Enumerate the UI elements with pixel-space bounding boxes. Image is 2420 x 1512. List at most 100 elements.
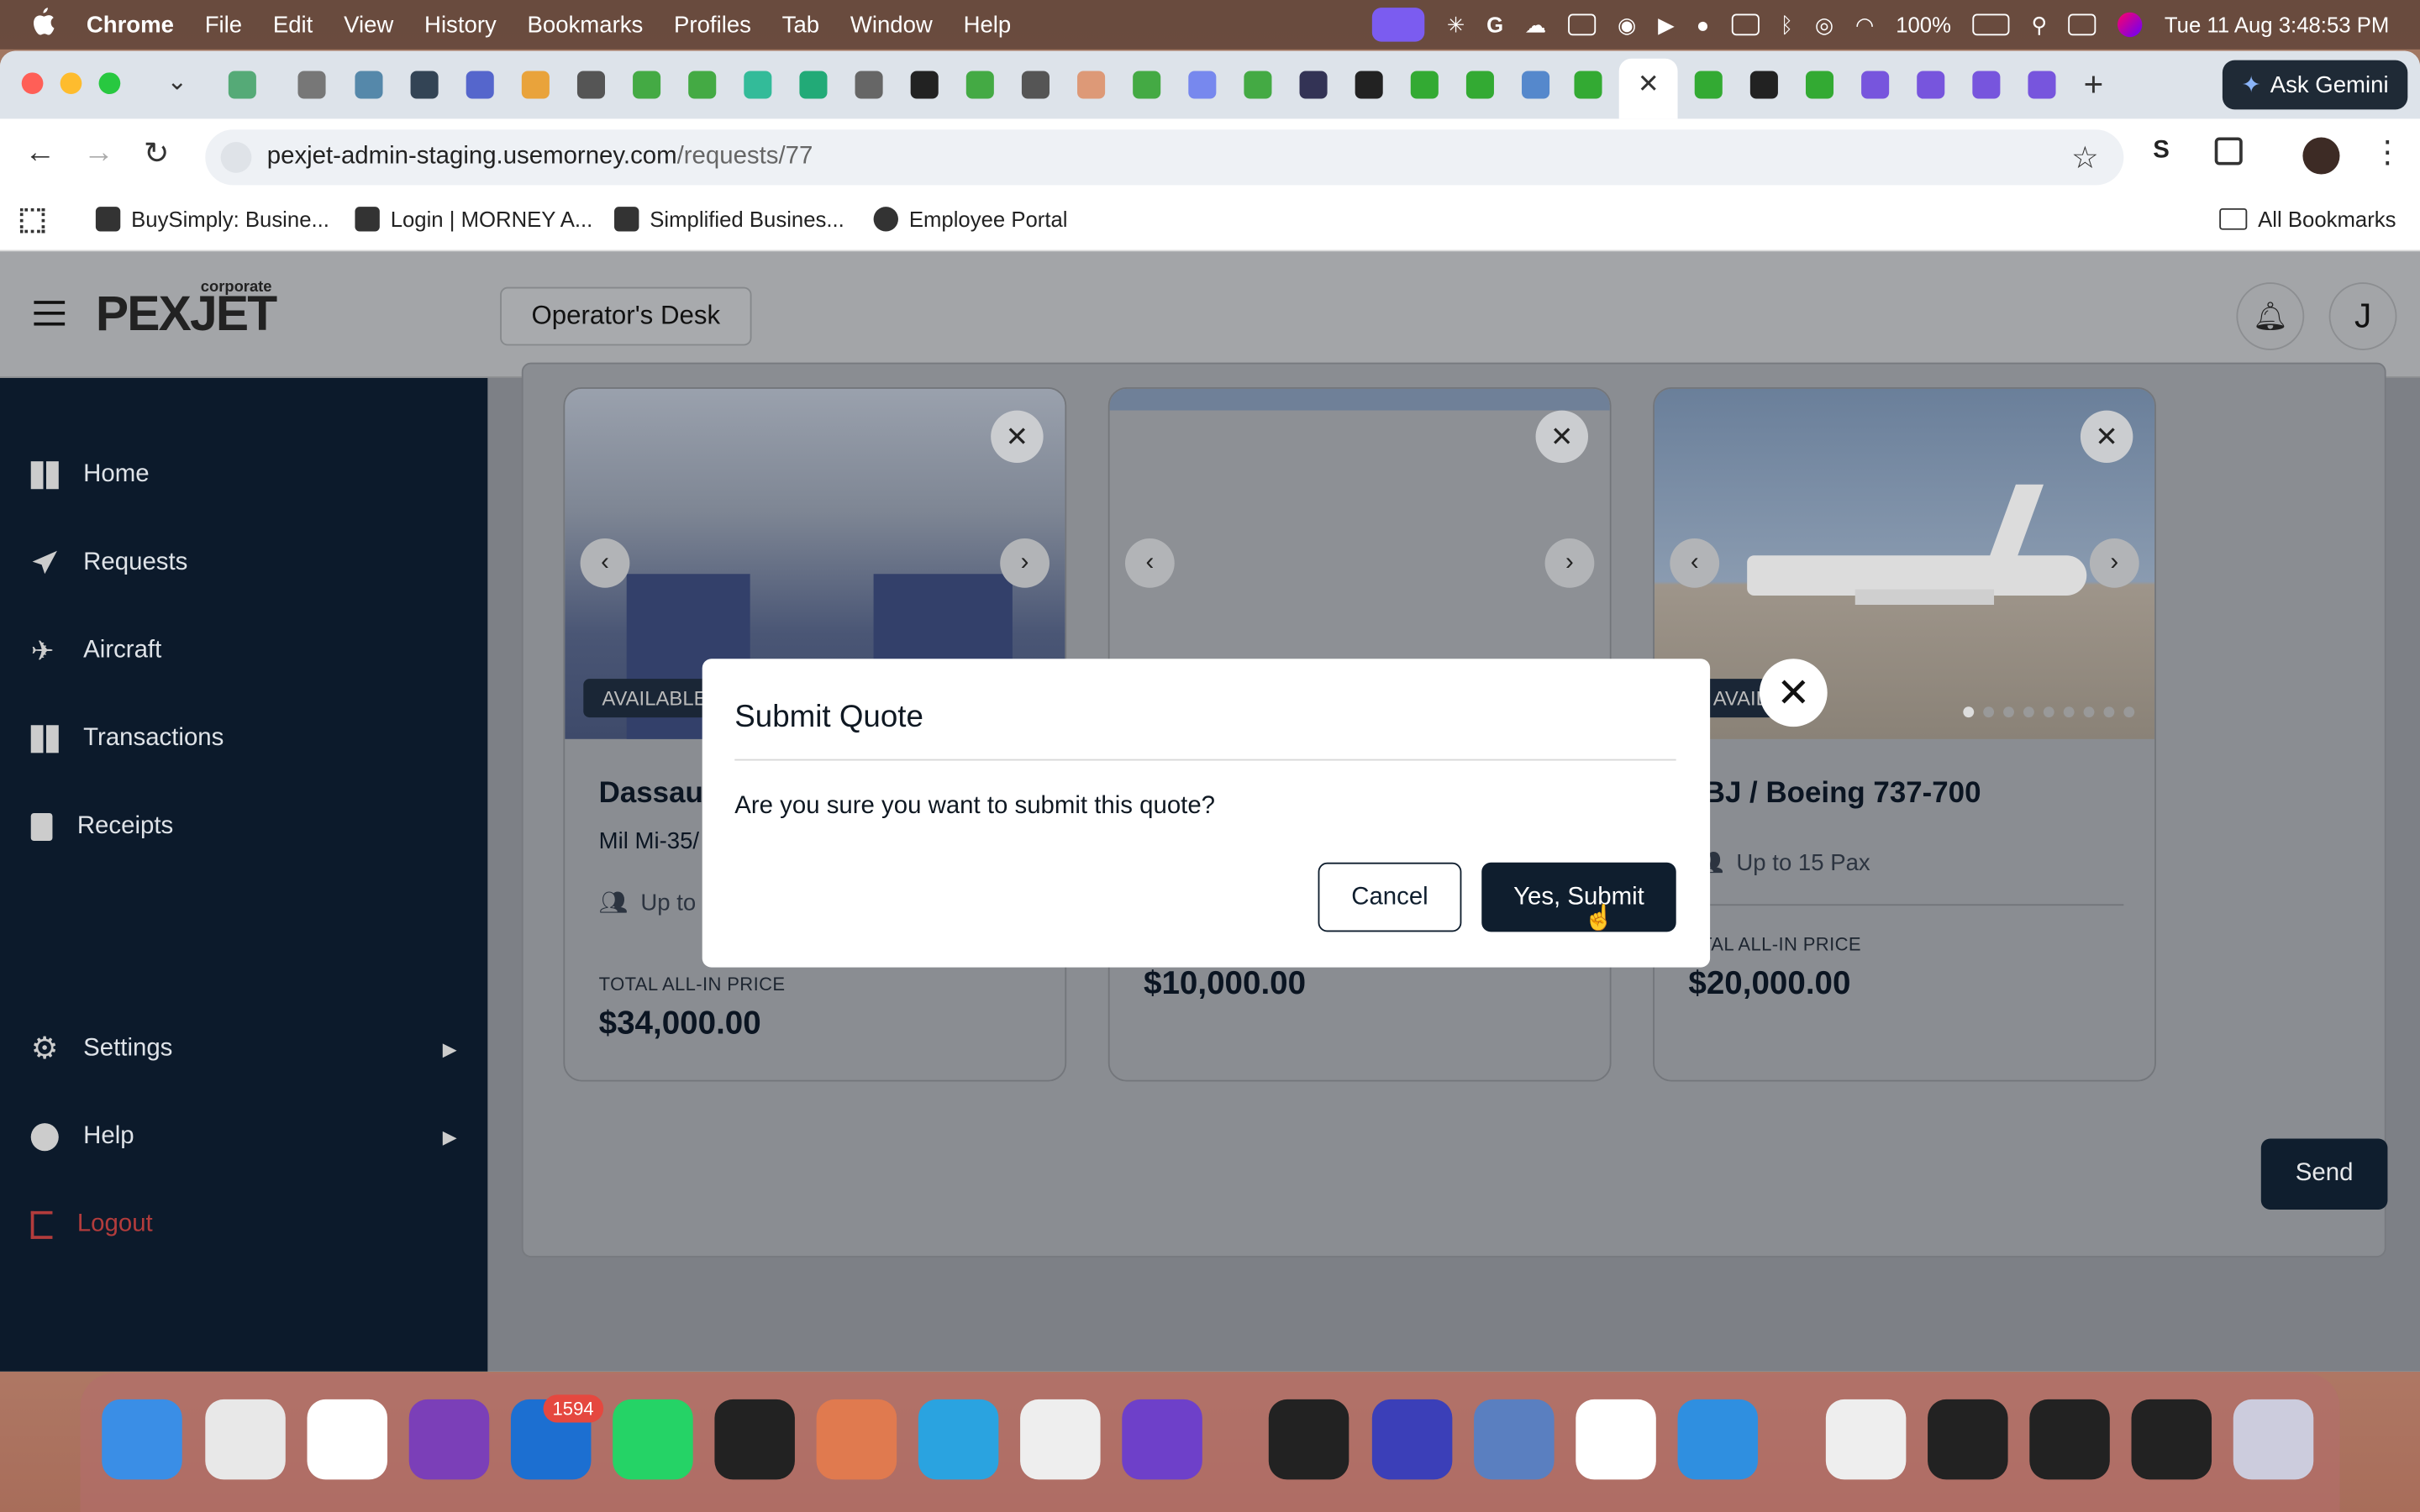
tab-favicon-icon[interactable] [1133,71,1161,99]
wifi-icon[interactable]: ◠ [1855,12,1874,38]
chatgpt-icon[interactable] [1020,1399,1101,1480]
menu-view[interactable]: View [344,12,393,38]
extensions-icon[interactable] [2214,137,2243,165]
close-tab-icon[interactable]: ✕ [1638,70,1660,101]
telegram-icon[interactable] [918,1399,999,1480]
notifications-button[interactable]: 🔔︎ [2236,282,2305,350]
all-bookmarks[interactable]: All Bookmarks [2219,207,2396,232]
control-center-icon[interactable] [2069,13,2097,36]
carousel-dot[interactable] [2083,706,2095,718]
send-button[interactable]: Send [2260,1138,2388,1210]
tab-favicon-icon[interactable] [1299,71,1328,99]
user-icon[interactable]: ● [1697,13,1710,37]
tab-favicon-icon[interactable] [2028,71,2056,99]
sidebar-item-logout[interactable]: Logout [30,1210,153,1239]
tab-favicon-icon[interactable] [1861,71,1890,99]
tab-favicon-icon[interactable] [1355,71,1383,99]
tab-favicon-icon[interactable] [297,71,326,99]
tab-favicon-icon[interactable] [1410,71,1439,99]
carousel-dot[interactable] [2063,706,2075,718]
menu-app-name[interactable]: Chrome [87,12,174,38]
bluetooth-icon[interactable]: ᛒ [1781,13,1793,37]
new-tab-icon[interactable]: + [2084,65,2104,105]
tab-favicon-icon[interactable] [1972,71,2001,99]
prev-image-button[interactable]: ‹ [1124,538,1175,588]
tab-favicon-icon[interactable] [1694,71,1723,99]
sidebar-item-receipts[interactable]: Receipts [30,812,173,842]
tab-favicon-icon[interactable] [521,71,550,99]
tab-favicon-icon[interactable] [1749,71,1778,99]
apple-menu-icon[interactable] [31,7,55,42]
tab-favicon-icon[interactable] [576,71,605,99]
bookmark-employee-portal[interactable]: Employee Portal [873,207,1068,232]
chrome-icon[interactable] [307,1399,388,1480]
menu-file[interactable]: File [205,12,242,38]
safari-icon[interactable] [1677,1399,1759,1480]
back-icon[interactable]: ← [24,136,55,171]
user-avatar[interactable]: J [2328,282,2397,350]
bookmark-simplified[interactable]: Simplified Busines... [614,207,844,232]
remove-card-button[interactable]: ✕ [991,410,1044,464]
profile-avatar[interactable] [2302,137,2340,175]
window-thumbnail-icon[interactable] [1928,1399,2008,1480]
window-thumbnail-icon[interactable] [2131,1399,2212,1480]
tab-favicon-icon[interactable] [688,71,717,99]
tab-favicon-icon[interactable] [1917,71,1945,99]
tab-favicon-icon[interactable] [410,71,439,99]
battery-percent[interactable]: 100% [1896,13,1951,37]
sidebar-item-help[interactable]: Help ▶ [30,1123,457,1152]
siri-icon[interactable] [2118,12,2144,38]
document-thumbnail-icon[interactable] [1825,1399,1907,1480]
play-icon[interactable]: ▶ [1658,12,1675,38]
menu-edit[interactable]: Edit [273,12,313,38]
minimize-window-button[interactable] [60,72,82,95]
carousel-dot[interactable] [2023,706,2034,718]
screenshot-icon[interactable] [1568,13,1597,36]
menu-profiles[interactable]: Profiles [674,12,751,38]
bookmark-buysimply[interactable]: BuySimply: Busine... [95,207,329,232]
sidebar-item-requests[interactable]: Requests [31,549,187,577]
tab-favicon-icon[interactable] [1021,71,1050,99]
menu-tab[interactable]: Tab [782,12,819,38]
bookmark-star-icon[interactable]: ☆ [2071,139,2099,177]
next-image-button[interactable]: › [1000,538,1050,588]
prev-image-button[interactable]: ‹ [580,538,630,588]
terminal-icon[interactable] [1268,1399,1349,1480]
clock-icon[interactable] [1576,1399,1656,1480]
menu-help[interactable]: Help [964,12,1012,38]
tab-favicon-icon[interactable] [1188,71,1217,99]
prev-image-button[interactable]: ‹ [1670,538,1720,588]
trash-icon[interactable] [2233,1399,2314,1480]
remove-card-button[interactable]: ✕ [2080,410,2133,464]
cloud-icon[interactable]: ☁ [1525,12,1547,38]
browser-menu-icon[interactable]: ⋮ [2372,133,2403,171]
carousel-dot[interactable] [2103,706,2115,718]
next-image-button[interactable]: › [2089,538,2139,588]
sidebar-item-settings[interactable]: ⚙ Settings ▶ [31,1034,457,1065]
keyboard-icon[interactable] [1730,13,1760,36]
sidebar-item-transactions[interactable]: Transactions [30,725,224,753]
carousel-dot[interactable] [2003,706,2014,718]
tab-favicon-icon[interactable] [1077,71,1106,99]
preview-icon[interactable] [1474,1399,1555,1480]
tab-favicon-icon[interactable] [744,71,772,99]
record-icon[interactable]: ◉ [1618,12,1636,38]
tab-favicon-icon[interactable] [228,71,256,99]
finder-icon[interactable] [102,1399,182,1480]
carousel-dot[interactable] [2043,706,2054,718]
tab-favicon-icon[interactable] [633,71,661,99]
claude-icon[interactable]: ✳ [1447,12,1465,38]
tab-favicon-icon[interactable] [1465,71,1494,99]
menu-history[interactable]: History [424,12,497,38]
forward-icon[interactable]: → [83,136,114,171]
carousel-dot[interactable] [1983,706,1995,718]
github-icon[interactable] [1122,1399,1202,1480]
sidebar-item-aircraft[interactable]: ✈ Aircraft [31,638,162,665]
window-thumbnail-icon[interactable] [2029,1399,2110,1480]
menu-bookmarks[interactable]: Bookmarks [528,12,644,38]
carousel-dot[interactable] [2123,706,2135,718]
active-tab[interactable]: ✕ [1618,58,1678,119]
claude-icon[interactable] [816,1399,897,1480]
tab-favicon-icon[interactable] [466,71,494,99]
confirm-submit-button[interactable]: Yes, Submit ☝ [1481,862,1676,932]
